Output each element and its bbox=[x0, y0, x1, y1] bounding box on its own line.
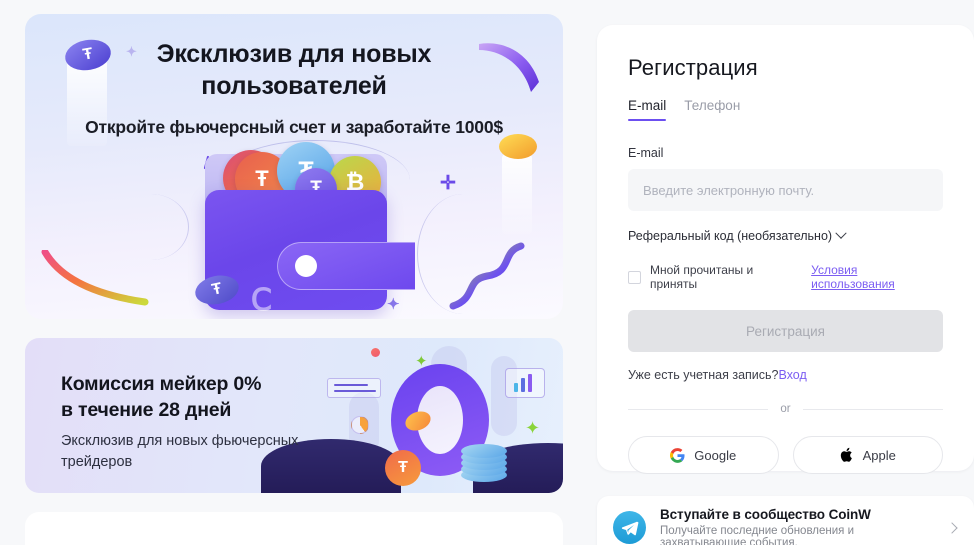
submit-button[interactable]: Регистрация bbox=[628, 310, 943, 352]
wallet-button-dot bbox=[295, 255, 317, 277]
google-login-button[interactable]: Google bbox=[628, 436, 779, 474]
telegram-subtitle: Получайте последние обновления и захваты… bbox=[660, 524, 855, 545]
terms-link[interactable]: Условия использования bbox=[811, 263, 943, 291]
google-icon bbox=[670, 447, 685, 463]
chevron-right-icon[interactable] bbox=[946, 521, 958, 534]
page-title: Регистрация bbox=[628, 55, 758, 80]
plus-decor-2: ✛ bbox=[440, 173, 456, 194]
apple-login-button[interactable]: Apple bbox=[792, 436, 943, 474]
promo-banner-title: Эксклюзив для новых пользователей bbox=[156, 40, 432, 100]
registration-card: Регистрация E-mail Телефон E-mail Рефера… bbox=[597, 25, 974, 474]
telegram-title: Вступайте в сообщество CoinW bbox=[660, 506, 871, 522]
terms-row: Мной прочитаны и приняты Условия использ… bbox=[628, 263, 943, 291]
have-account-row: Уже есть учетная запись?Вход bbox=[628, 368, 943, 382]
maker-title-line1: Комиссия мейкер 0% bbox=[61, 373, 262, 395]
coin-stack-icon bbox=[461, 442, 507, 482]
email-input[interactable] bbox=[628, 169, 943, 211]
sparkle-decor-2: ✦ bbox=[525, 418, 541, 438]
coinw-logo-icon: Ⅽ bbox=[251, 284, 272, 317]
terms-text: Мной прочитаны и приняты bbox=[650, 263, 754, 291]
chevron-down-icon bbox=[835, 227, 847, 239]
promo-column: Ŧ ✦ Эксклюзив для новых пользователей От… bbox=[0, 0, 572, 545]
form-column: Регистрация E-mail Телефон E-mail Рефера… bbox=[572, 0, 974, 545]
maker-banner-subtitle: Эксклюзив для новых фьючерсных трейдеров bbox=[61, 433, 299, 470]
login-link[interactable]: Вход bbox=[779, 368, 807, 382]
telegram-plane-icon bbox=[621, 521, 638, 535]
maker-banner-title: Комиссия мейкер 0% в течение 28 дней bbox=[61, 371, 261, 424]
apple-icon bbox=[840, 447, 852, 462]
telegram-community-card[interactable]: Вступайте в сообщество CoinW Получайте п… bbox=[597, 496, 974, 545]
wallet-illustration: Ŧ Ŧ ₮ ₿ Ŧ Ⅽ Ŧ bbox=[177, 142, 417, 319]
referral-code-toggle[interactable]: Реферальный код (необязательно) bbox=[628, 227, 847, 243]
registration-page: Ŧ ✦ Эксклюзив для новых пользователей От… bbox=[0, 0, 974, 545]
ribbon-decor-right bbox=[449, 242, 525, 310]
apple-login-label: Apple bbox=[862, 447, 896, 463]
mini-chart-decor bbox=[505, 368, 545, 398]
referral-code-label: Реферальный код (необязательно) bbox=[628, 229, 833, 243]
social-login-row: Google Apple bbox=[628, 436, 943, 474]
coin-token-icon: Ŧ bbox=[385, 450, 421, 486]
tab-phone[interactable]: Телефон bbox=[684, 98, 740, 121]
telegram-icon bbox=[613, 511, 646, 544]
promo-banner-subtitle: Откройте фьючерсный счет и заработайте 1… bbox=[85, 117, 503, 137]
have-account-text: Уже есть учетная запись? bbox=[628, 368, 779, 382]
coin-decor-right bbox=[499, 134, 537, 159]
text-lines-decor bbox=[327, 378, 381, 398]
tab-email[interactable]: E-mail bbox=[628, 98, 667, 121]
ribbon-decor-left bbox=[41, 250, 149, 306]
email-field-label: E-mail bbox=[628, 146, 664, 160]
pillar-decor-right bbox=[502, 154, 532, 234]
terms-checkbox[interactable] bbox=[628, 270, 641, 284]
telegram-texts: Вступайте в сообщество CoinW Получайте п… bbox=[660, 507, 934, 545]
divider-label: or bbox=[780, 403, 791, 415]
promo-banner-new-users[interactable]: Ŧ ✦ Эксклюзив для новых пользователей От… bbox=[25, 14, 563, 319]
promo-banner-third-partial[interactable] bbox=[25, 512, 563, 545]
promo-banner-maker-fee[interactable]: ✦ ✦ Ŧ Комиссия мейкер 0% в течение 28 дн… bbox=[25, 338, 563, 493]
maker-title-line2: в течение 28 дней bbox=[61, 399, 232, 422]
divider-or: or bbox=[628, 403, 943, 415]
dot-decor-red bbox=[371, 348, 380, 357]
google-login-label: Google bbox=[694, 447, 737, 463]
auth-method-tabs: E-mail Телефон bbox=[628, 98, 943, 121]
